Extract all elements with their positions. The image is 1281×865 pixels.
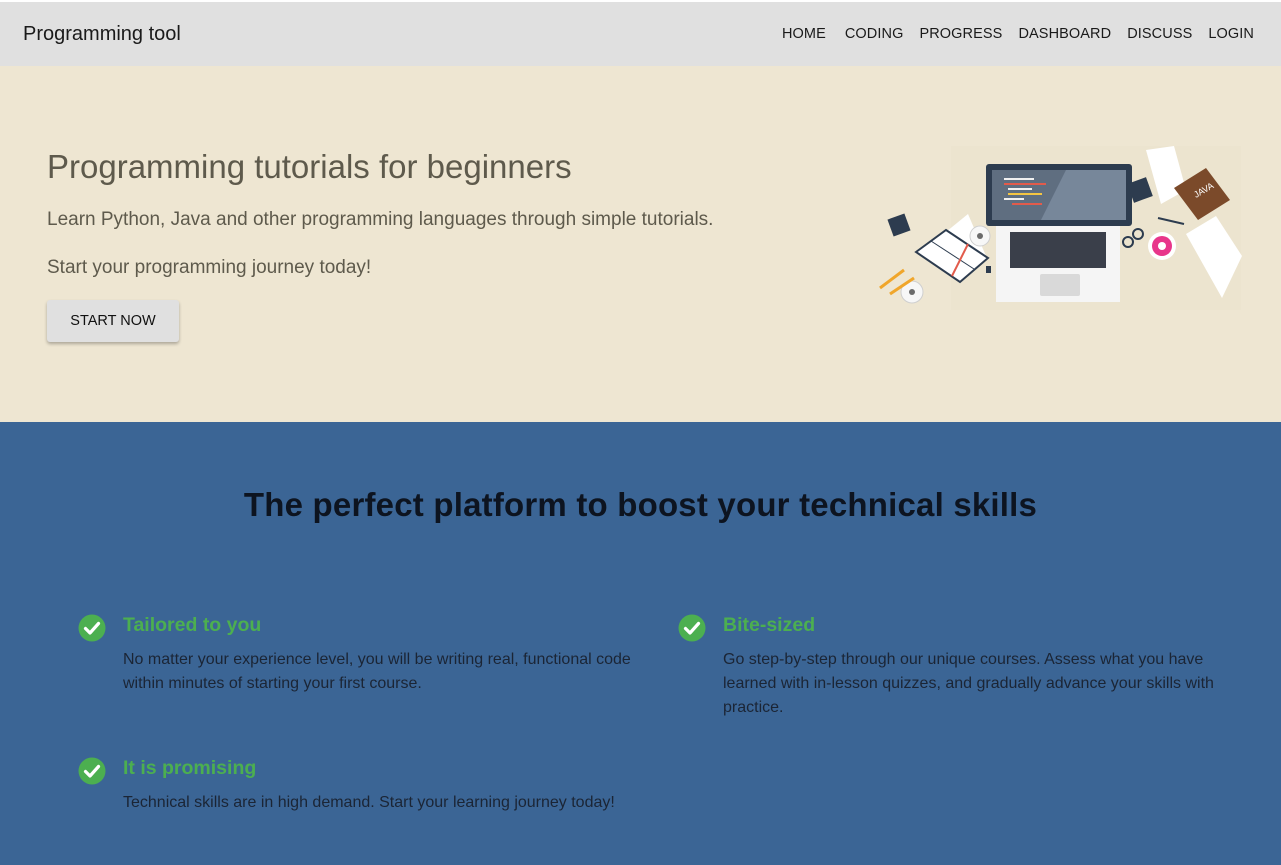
navbar: Programming tool HOME CODING PROGRESS DA… [0,2,1281,66]
hero-title: Programming tutorials for beginners [47,148,572,185]
features-section: The perfect platform to boost your techn… [0,422,1281,865]
feature-title: Bite-sized [723,614,816,636]
hero-subtitle-2: Start your programming journey today! [47,257,372,278]
brand-title[interactable]: Programming tool [23,23,181,46]
nav-dashboard[interactable]: DASHBOARD [1018,26,1111,42]
nav-login[interactable]: LOGIN [1208,26,1254,42]
check-circle-icon [678,614,706,642]
feature-text: Technical skills are in high demand. Sta… [123,794,615,811]
check-circle-icon [78,614,106,642]
feature-title: It is promising [123,757,257,779]
nav-home[interactable]: HOME [782,26,826,42]
workspace-illustration: JAVA [879,146,1242,310]
nav-coding[interactable]: CODING [845,26,904,42]
hero-section: Programming tutorials for beginners Lear… [0,66,1281,422]
laptop-icon [986,164,1132,302]
start-now-button[interactable]: START NOW [47,300,179,342]
floppy-disk-icon [887,213,911,237]
feature-text: No matter your experience level, you wil… [123,651,631,692]
hero-subtitle: Learn Python, Java and other programming… [47,209,714,230]
check-circle-icon [78,757,106,785]
feature-title: Tailored to you [123,614,262,636]
usb-icon [986,266,991,273]
features-title: The perfect platform to boost your techn… [243,486,1038,523]
nav-discuss[interactable]: DISCUSS [1127,26,1192,42]
nav-links: HOME CODING PROGRESS DASHBOARD DISCUSS L… [782,26,1254,42]
feature-text: Go step-by-step through our unique cours… [723,651,1214,716]
nav-progress[interactable]: PROGRESS [919,26,1002,42]
